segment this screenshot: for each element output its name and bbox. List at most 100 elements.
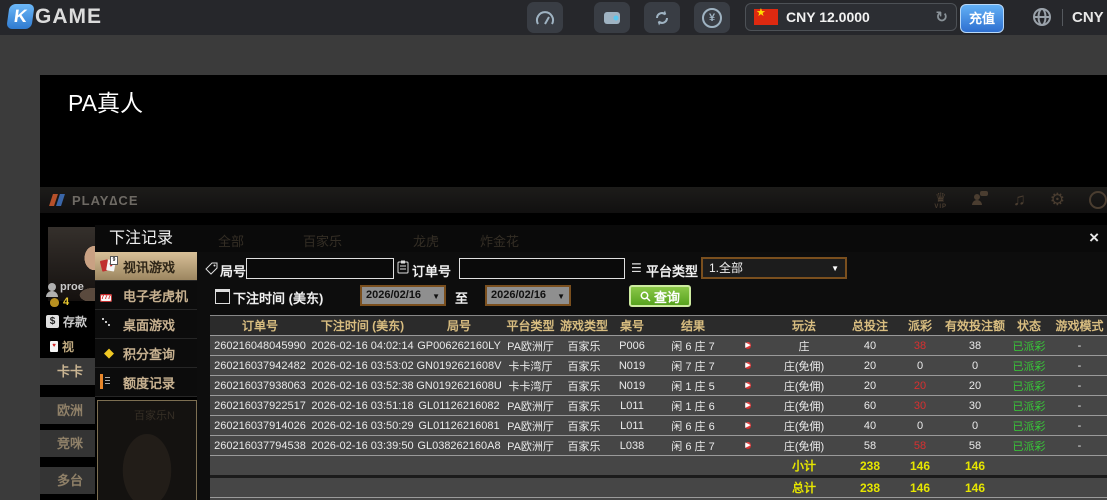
total-label: 总计 — [764, 477, 844, 498]
lobby-tab-europe[interactable]: 欧洲 — [40, 397, 95, 424]
crown-icon: ♛ — [935, 191, 947, 204]
clipboard-icon — [397, 260, 409, 279]
menu-label: 额度记录 — [123, 373, 175, 392]
search-button[interactable]: 查询 — [629, 285, 691, 307]
search-label: 查询 — [654, 287, 680, 306]
menu-item-points-query[interactable]: ◆ 积分查询 — [95, 339, 197, 368]
col-valid-bet: 有效投注额 — [944, 316, 1006, 336]
playace-logo-icon — [50, 192, 66, 208]
music-icon[interactable]: ♫ — [1013, 190, 1026, 210]
menu-item-slots[interactable]: 777 电子老虎机 — [95, 281, 197, 310]
partial-icon[interactable] — [1089, 191, 1107, 209]
table-row: 2602160379140262026-02-16 03:50:29 GL011… — [210, 416, 1107, 436]
order-label: 订单号 — [412, 261, 451, 280]
menu-label: 电子老虎机 — [123, 286, 188, 305]
modal-menu: ♥9 视讯游戏 777 电子老虎机 桌面游戏 ◆ 积分查询 额度记录 — [95, 252, 197, 397]
play-replay-button[interactable]: ▶ — [745, 342, 750, 349]
play-replay-button[interactable]: ▶ — [745, 402, 750, 409]
platform-select[interactable]: 1.全部 ▼ — [701, 257, 847, 279]
col-status: 状态 — [1006, 316, 1052, 336]
status-badge: 已派彩 — [1006, 436, 1052, 456]
cards-icon: ♥ — [50, 341, 58, 352]
col-round: 局号 — [415, 316, 503, 336]
currency-label[interactable]: CNY — [1072, 9, 1104, 26]
transfer-icon-button[interactable] — [644, 2, 680, 33]
dashboard-icon-button[interactable] — [527, 2, 563, 33]
date-from-value: 2026/02/16 — [366, 289, 421, 301]
table-row: 2602160379225172026-02-16 03:51:18 GL011… — [210, 396, 1107, 416]
col-time: 下注时间 (美东) — [310, 316, 415, 336]
slot-777-icon: 777 — [100, 287, 118, 303]
status-badge: 已派彩 — [1006, 376, 1052, 396]
subtotal-row: 小计 238 146 146 — [210, 456, 1107, 477]
currency-exchange-icon-button[interactable]: ¥ — [694, 2, 730, 33]
col-total-bet: 总投注 — [844, 316, 896, 336]
top-header: K GAME ¥ ★ CNY 12.0000 ↻ 充值 — [0, 0, 1107, 35]
recharge-button[interactable]: 充值 — [960, 4, 1004, 33]
provider-toolbar: ♛ VIP ♫ ⚙ — [934, 190, 1095, 210]
video-partial-label: 视 — [62, 338, 74, 355]
dim-tab-all: 全部 — [218, 231, 244, 250]
lobby-tab-jingmi[interactable]: 竞咪 — [40, 430, 95, 457]
list-icon: ☰ — [631, 261, 642, 275]
chevron-down-icon: ▼ — [831, 260, 839, 278]
status-badge: 已派彩 — [1006, 336, 1052, 356]
vip-icon[interactable]: ♛ VIP — [934, 191, 947, 210]
vip-label: VIP — [934, 204, 947, 210]
video-games-row[interactable]: ♥ 视 — [50, 338, 74, 355]
kgame-brand-text: GAME — [35, 5, 102, 29]
play-replay-button[interactable]: ▶ — [745, 442, 750, 449]
order-input[interactable] — [459, 258, 625, 279]
yen-icon: ¥ — [702, 8, 722, 28]
play-replay-button[interactable]: ▶ — [745, 382, 750, 389]
money-bag-icon — [50, 298, 59, 307]
table-header-row: 订单号 下注时间 (美东) 局号 平台类型 游戏类型 桌号 结果 玩法 总投注 … — [210, 316, 1107, 336]
play-replay-button[interactable]: ▶ — [745, 362, 750, 369]
modal-title: 下注记录 — [109, 225, 173, 252]
play-replay-button[interactable]: ▶ — [745, 422, 750, 429]
dim-tab-dragon-tiger: 龙虎 — [413, 231, 439, 250]
col-mode: 游戏模式 — [1052, 316, 1107, 336]
menu-item-table-games[interactable]: 桌面游戏 — [95, 310, 197, 339]
kgame-logo[interactable]: K GAME — [8, 4, 102, 29]
tag-icon — [205, 262, 218, 280]
dealer-preview-panel: 百家乐N — [97, 400, 197, 500]
modal-content: 局号 订单号 ☰ 平台类型 1.全部 ▼ 下注时间 (美东) 2026/02/1… — [197, 252, 1107, 500]
header-divider — [1062, 9, 1063, 26]
cn-flag-icon: ★ — [754, 9, 778, 25]
menu-item-video-games[interactable]: ♥9 视讯游戏 — [95, 252, 197, 281]
lobby-tab-kaka[interactable]: 卡卡 — [40, 358, 95, 385]
person-icon — [48, 283, 56, 291]
balance-refresh-icon[interactable]: ↻ — [935, 8, 948, 26]
chevron-down-icon: ▼ — [557, 288, 565, 305]
col-play-type: 玩法 — [764, 316, 844, 336]
game-title: PA真人 — [68, 84, 143, 118]
menu-label: 视讯游戏 — [123, 257, 175, 276]
col-result: 结果 — [654, 316, 732, 336]
platform-label: 平台类型 — [646, 261, 698, 280]
bet-records-table: 订单号 下注时间 (美东) 局号 平台类型 游戏类型 桌号 结果 玩法 总投注 … — [210, 315, 1107, 500]
col-platform: 平台类型 — [503, 316, 558, 336]
date-to-picker[interactable]: 2026/02/16 ▼ — [485, 285, 571, 306]
support-chat-icon[interactable] — [971, 190, 989, 210]
platform-selected-value: 1.全部 — [709, 261, 743, 275]
language-globe-icon[interactable] — [1032, 7, 1052, 32]
date-from-picker[interactable]: 2026/02/16 ▼ — [360, 285, 446, 306]
deposit-row[interactable]: $ 存款 — [46, 313, 87, 330]
date-to-value: 2026/02/16 — [491, 289, 546, 301]
status-badge: 已派彩 — [1006, 416, 1052, 436]
dim-tab-zhajinhua: 炸金花 — [480, 231, 519, 250]
wallet-icon-button[interactable] — [594, 2, 630, 33]
round-label: 局号 — [220, 261, 246, 280]
settings-gear-icon[interactable]: ⚙ — [1050, 190, 1065, 210]
lobby-tab-duotai[interactable]: 多台 — [40, 467, 95, 494]
menu-item-quota-records[interactable]: 额度记录 — [95, 368, 197, 397]
round-input[interactable] — [246, 258, 394, 279]
close-icon[interactable]: × — [1089, 228, 1099, 248]
kgame-k-icon: K — [6, 4, 35, 29]
chevron-down-icon: ▼ — [432, 288, 440, 305]
col-order: 订单号 — [210, 316, 310, 336]
status-badge: 已派彩 — [1006, 396, 1052, 416]
dice-icon — [100, 316, 118, 332]
bet-records-modal: 下注记录 全部 百家乐 龙虎 炸金花 × ♥9 视讯游戏 777 电子老虎机 桌… — [95, 225, 1107, 500]
